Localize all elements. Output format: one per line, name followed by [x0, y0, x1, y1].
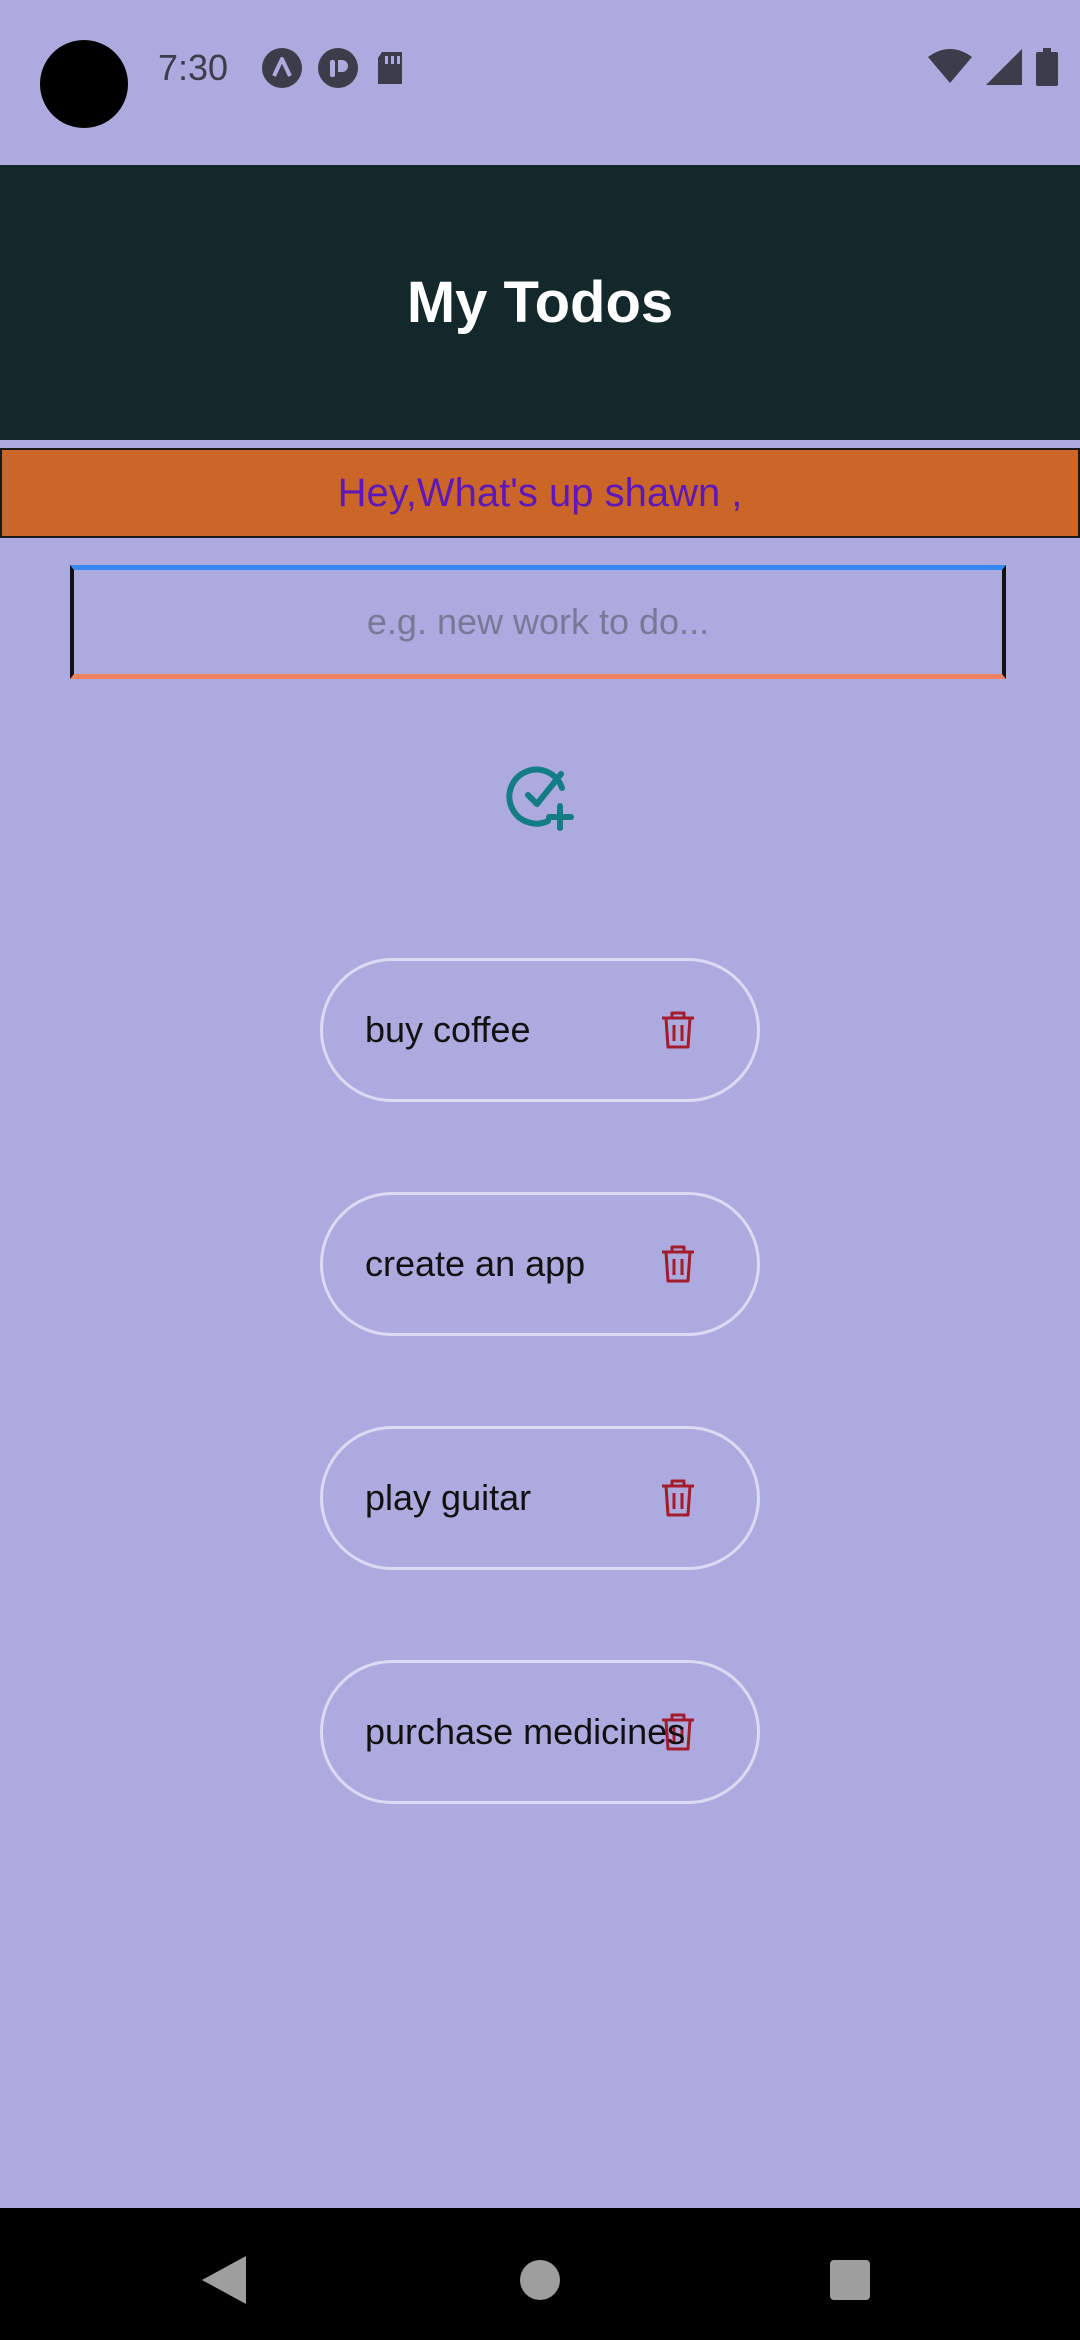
- todo-label: purchase medicines: [365, 1711, 686, 1752]
- status-bar: 7:30: [0, 0, 1080, 140]
- todo-label: buy coffee: [365, 1009, 531, 1050]
- delete-todo-button[interactable]: [657, 1243, 699, 1285]
- todo-item[interactable]: play guitar: [320, 1426, 760, 1570]
- todo-label: create an app: [365, 1243, 586, 1284]
- todo-label: play guitar: [365, 1477, 532, 1518]
- app-header: My Todos: [0, 165, 1080, 440]
- new-todo-input[interactable]: [70, 565, 1006, 679]
- a-notification-icon: [262, 48, 302, 88]
- add-todo-button[interactable]: [500, 756, 580, 836]
- sd-card-icon: [378, 52, 402, 84]
- status-notification-icons: [262, 48, 406, 88]
- trash-icon: [662, 1245, 694, 1283]
- status-time: 7:30: [158, 47, 229, 88]
- status-system-icons: [928, 48, 1058, 86]
- home-icon[interactable]: [520, 2260, 560, 2300]
- p-notification-icon: [318, 48, 358, 88]
- todo-item[interactable]: buy coffee: [320, 958, 760, 1102]
- trash-icon: [662, 1011, 694, 1049]
- todo-item[interactable]: purchase medicines: [320, 1660, 760, 1804]
- battery-icon: [1036, 48, 1058, 86]
- delete-todo-button[interactable]: [657, 1477, 699, 1519]
- todo-list: buy coffee create an app play guitar pur…: [320, 958, 760, 1894]
- camera-cutout: [40, 40, 128, 128]
- trash-icon: [662, 1479, 694, 1517]
- delete-todo-button[interactable]: [657, 1009, 699, 1051]
- wifi-icon: [928, 49, 972, 83]
- add-task-icon: [506, 766, 574, 831]
- back-icon[interactable]: [202, 2256, 246, 2304]
- greeting-banner: Hey,What's up shawn ,: [0, 448, 1080, 538]
- recents-icon[interactable]: [830, 2260, 870, 2300]
- system-nav-bar: [0, 2208, 1080, 2340]
- greeting-text: Hey,What's up shawn ,: [337, 470, 743, 515]
- cellular-signal-icon: [986, 49, 1022, 85]
- todo-item[interactable]: create an app: [320, 1192, 760, 1336]
- page-title: My Todos: [406, 270, 674, 335]
